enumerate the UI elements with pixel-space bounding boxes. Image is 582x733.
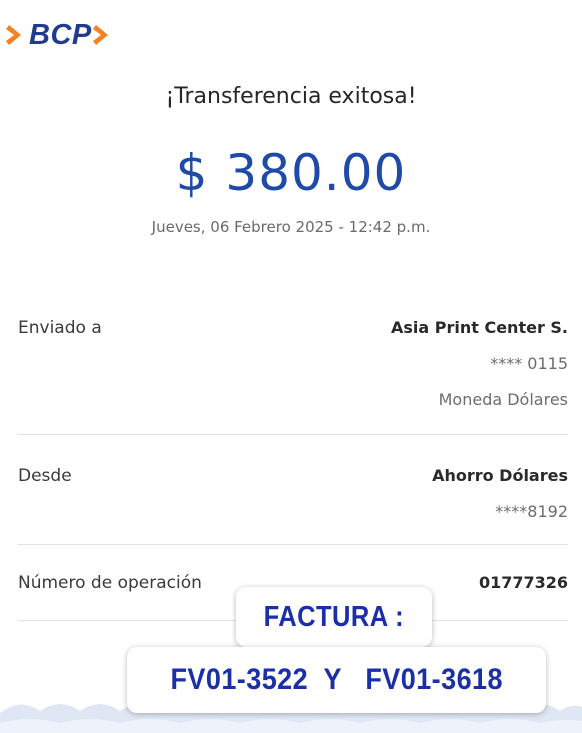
from-values: Ahorro Dólares ****8192	[432, 466, 568, 538]
operation-label: Número de operación	[18, 573, 202, 593]
factura-label: FACTURA :	[263, 600, 405, 633]
source-account-name: Ahorro Dólares	[432, 466, 568, 485]
bcp-logo: BCP	[6, 18, 115, 52]
sent-to-values: Asia Print Center S. **** 0115 Moneda Dó…	[391, 318, 568, 426]
recipient-name: Asia Print Center S.	[390, 318, 568, 337]
operation-number: 01777326	[478, 573, 568, 592]
recipient-currency: Moneda Dólares	[438, 390, 568, 409]
sent-to-label: Enviado a	[18, 318, 102, 338]
divider	[18, 544, 568, 545]
factura-label-box: FACTURA :	[236, 587, 432, 647]
chevron-right-icon	[92, 25, 108, 45]
divider	[18, 434, 568, 435]
logo-text: BCP	[29, 18, 92, 51]
operation-values: 01777326	[479, 573, 568, 609]
from-label: Desde	[18, 466, 72, 486]
transfer-date: Jueves, 06 Febrero 2025 - 12:42 p.m.	[151, 218, 431, 236]
chevron-right-icon	[6, 25, 21, 45]
invoice-numbers: FV01-3522 Y FV01-3618	[170, 663, 503, 696]
recipient-account: **** 0115	[490, 354, 568, 373]
transfer-amount: $ 380.00	[175, 144, 407, 202]
invoice-numbers-box: FV01-3522 Y FV01-3618	[127, 647, 546, 713]
page-title: ¡Transferencia exitosa!	[165, 84, 417, 109]
source-account-number: ****8192	[495, 502, 568, 521]
